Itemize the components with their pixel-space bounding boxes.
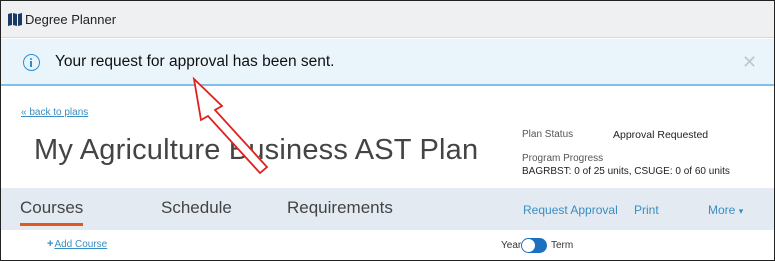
- program-progress-value: BAGRBST: 0 of 25 units, CSUGE: 0 of 60 u…: [522, 166, 730, 177]
- request-approval-button[interactable]: Request Approval: [523, 203, 618, 217]
- app-title: Degree Planner: [25, 12, 117, 27]
- close-icon[interactable]: ✕: [742, 52, 757, 73]
- title-bar: Degree Planner: [1, 1, 774, 38]
- page-title: My Agriculture Business AST Plan: [34, 134, 479, 166]
- print-button[interactable]: Print: [634, 203, 659, 217]
- add-course-button[interactable]: +Add Course: [47, 238, 107, 250]
- tab-requirements[interactable]: Requirements: [287, 198, 393, 218]
- back-to-plans-link[interactable]: « back to plans: [21, 107, 88, 118]
- toggle-knob: [522, 239, 535, 252]
- alert-message: Your request for approval has been sent.: [55, 53, 335, 70]
- tab-courses[interactable]: Courses: [20, 198, 84, 226]
- toggle-year-label: Year: [501, 240, 522, 251]
- chevron-down-icon: ▾: [738, 206, 744, 216]
- more-label: More: [708, 203, 736, 217]
- plan-status-value: Approval Requested: [613, 129, 709, 141]
- year-term-toggle[interactable]: [521, 238, 547, 253]
- tab-schedule[interactable]: Schedule: [161, 198, 232, 218]
- program-progress-label: Program Progress: [522, 153, 604, 164]
- info-icon: [23, 54, 40, 71]
- plus-icon: +: [47, 238, 54, 250]
- tab-bar: Courses Schedule Requirements Request Ap…: [1, 188, 774, 230]
- success-alert: Your request for approval has been sent.…: [1, 39, 774, 86]
- degree-planner-window: Degree Planner Your request for approval…: [0, 0, 775, 261]
- more-menu-button[interactable]: More ▾: [708, 203, 743, 217]
- book-map-icon: [8, 13, 22, 26]
- toggle-term-label: Term: [551, 240, 574, 251]
- add-course-label: Add Course: [54, 239, 108, 250]
- plan-status-label: Plan Status: [522, 129, 574, 140]
